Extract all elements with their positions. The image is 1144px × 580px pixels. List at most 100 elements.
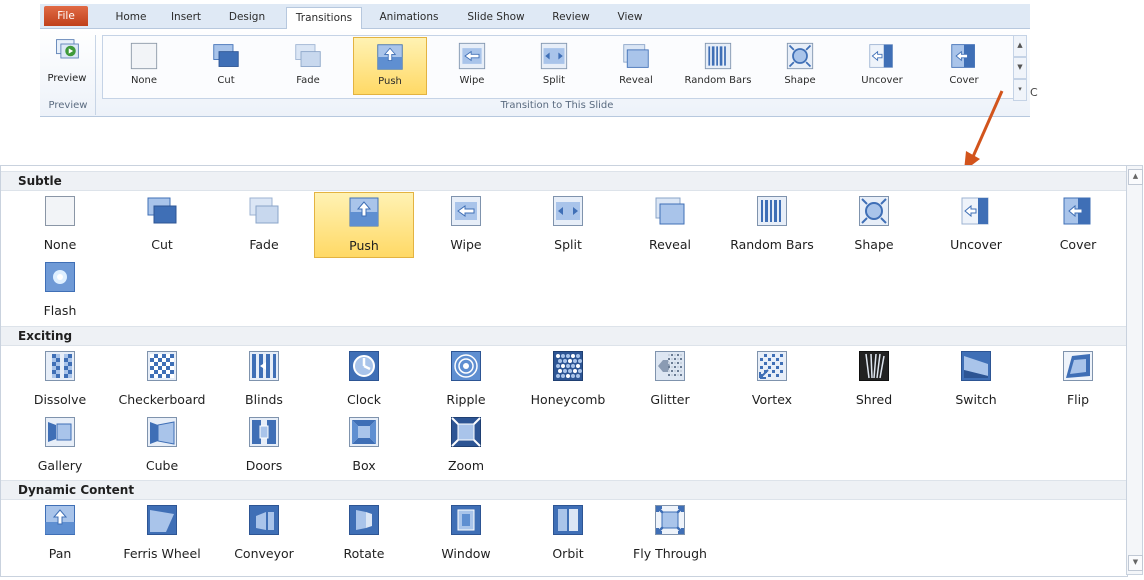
transition-ferris-wheel[interactable]: Ferris Wheel	[112, 501, 212, 567]
uncover-icon	[869, 44, 893, 68]
transition-gallery[interactable]: Gallery	[10, 413, 110, 479]
section-header-dynamic-content: Dynamic Content	[1, 480, 1127, 500]
transition-shred[interactable]: Shred	[824, 347, 924, 413]
tab-view[interactable]: View	[610, 7, 650, 28]
transition-switch[interactable]: Switch	[926, 347, 1026, 413]
transition-clock[interactable]: Clock	[314, 347, 414, 413]
tab-slide-show[interactable]: Slide Show	[460, 7, 532, 28]
cover-icon	[951, 44, 975, 68]
scroll-down-button[interactable]: ▼	[1128, 555, 1143, 571]
tab-design[interactable]: Design	[222, 7, 272, 28]
none-icon	[130, 42, 158, 70]
transition-label: Fly Through	[633, 546, 707, 561]
checkerboard-icon	[147, 351, 177, 381]
transition-cover[interactable]: Cover	[1028, 192, 1128, 258]
tab-animations[interactable]: Animations	[374, 7, 444, 28]
preview-label: Preview	[47, 73, 87, 84]
ribbon-transition-label: Wipe	[459, 75, 485, 86]
transition-uncover[interactable]: Uncover	[926, 192, 1026, 258]
fade-icon	[249, 197, 279, 224]
ribbon: File Home Insert Design Transitions Anim…	[40, 4, 1038, 117]
group-divider	[95, 35, 96, 115]
clock-icon	[349, 351, 379, 381]
ribbon-transition-reveal[interactable]: Reveal	[599, 37, 673, 95]
random-bars-icon	[704, 42, 732, 70]
transition-dissolve[interactable]: Dissolve	[10, 347, 110, 413]
ribbon-transition-wipe[interactable]: Wipe	[435, 37, 509, 95]
transition-orbit[interactable]: Orbit	[518, 501, 618, 567]
transition-cube[interactable]: Cube	[112, 413, 212, 479]
preview-button[interactable]: Preview	[44, 35, 90, 95]
transition-push[interactable]: Push	[314, 192, 414, 258]
box-icon	[349, 417, 379, 447]
transition-random-bars[interactable]: Random Bars	[722, 192, 822, 258]
ribbon-transition-split[interactable]: Split	[517, 37, 591, 95]
ribbon-transition-uncover[interactable]: Uncover	[845, 37, 919, 95]
transition-rotate[interactable]: Rotate	[314, 501, 414, 567]
transition-shape[interactable]: Shape	[824, 192, 924, 258]
transition-group-label: Transition to This Slide	[500, 100, 614, 111]
transition-flip[interactable]: Flip	[1028, 347, 1128, 413]
ribbon-transition-none[interactable]: None	[107, 37, 181, 95]
transition-none[interactable]: None	[10, 192, 110, 258]
tab-home[interactable]: Home	[108, 7, 154, 28]
shred-icon	[859, 351, 889, 381]
blinds-icon	[249, 351, 279, 381]
cube-icon	[147, 417, 177, 447]
tab-review[interactable]: Review	[546, 7, 596, 28]
gallery-icon	[45, 417, 75, 447]
transition-vortex[interactable]: Vortex	[722, 347, 822, 413]
transition-label: Flip	[1066, 392, 1090, 407]
transition-conveyor[interactable]: Conveyor	[214, 501, 314, 567]
ribbon-transition-label: Shape	[784, 75, 816, 86]
transition-flash[interactable]: Flash	[10, 258, 110, 324]
transition-cut[interactable]: Cut	[112, 192, 212, 258]
flash-icon	[45, 262, 75, 292]
scroll-up-button[interactable]: ▲	[1128, 169, 1143, 185]
gallery-scroll-up-button[interactable]: ▲	[1013, 35, 1027, 57]
split-icon	[553, 196, 583, 226]
transition-blinds[interactable]: Blinds	[214, 347, 314, 413]
transition-label: Zoom	[447, 458, 485, 473]
switch-icon	[961, 351, 991, 381]
gallery-scroll-down-button[interactable]: ▼	[1013, 57, 1027, 79]
tab-transitions[interactable]: Transitions	[286, 7, 362, 30]
gallery-more-button[interactable]: ▾	[1013, 79, 1027, 101]
ribbon-transition-random-bars[interactable]: Random Bars	[681, 37, 755, 95]
zoom-icon	[451, 417, 481, 447]
window-icon	[451, 505, 481, 535]
vortex-icon	[757, 351, 787, 381]
transition-glitter[interactable]: Glitter	[620, 347, 720, 413]
ribbon-transition-shape[interactable]: Shape	[763, 37, 837, 95]
section-header-exciting: Exciting	[1, 326, 1127, 346]
push-icon	[349, 197, 379, 227]
transition-fade[interactable]: Fade	[214, 192, 314, 258]
ribbon-transition-cut[interactable]: Cut	[189, 37, 263, 95]
ripple-icon	[451, 351, 481, 381]
ribbon-transition-label: None	[130, 75, 158, 86]
doors-icon	[249, 417, 279, 447]
ribbon-transition-fade[interactable]: Fade	[271, 37, 345, 95]
transition-zoom[interactable]: Zoom	[416, 413, 516, 479]
transition-ripple[interactable]: Ripple	[416, 347, 516, 413]
transition-reveal[interactable]: Reveal	[620, 192, 720, 258]
glitter-icon	[655, 351, 685, 381]
transition-label: Flash	[43, 303, 77, 318]
ribbon-transition-push[interactable]: Push	[353, 37, 427, 95]
transition-box[interactable]: Box	[314, 413, 414, 479]
transition-pan[interactable]: Pan	[10, 501, 110, 567]
tab-file[interactable]: File	[44, 6, 88, 26]
transition-split[interactable]: Split	[518, 192, 618, 258]
transition-fly-through[interactable]: Fly Through	[620, 501, 720, 567]
fly-through-icon	[655, 505, 685, 535]
transition-window[interactable]: Window	[416, 501, 516, 567]
transition-gallery-dropdown: Subtle None Cut Fade Push Wipe Split Reveal Rand…	[0, 165, 1128, 577]
tab-insert[interactable]: Insert	[162, 7, 210, 28]
gallery-vertical-scrollbar[interactable]: ▲ ▼	[1126, 165, 1143, 575]
transition-checkerboard[interactable]: Checkerboard	[112, 347, 212, 413]
ferris-wheel-icon	[147, 505, 177, 535]
transition-wipe[interactable]: Wipe	[416, 192, 516, 258]
transition-honeycomb[interactable]: Honeycomb	[518, 347, 618, 413]
transition-doors[interactable]: Doors	[214, 413, 314, 479]
wipe-icon	[451, 196, 481, 226]
